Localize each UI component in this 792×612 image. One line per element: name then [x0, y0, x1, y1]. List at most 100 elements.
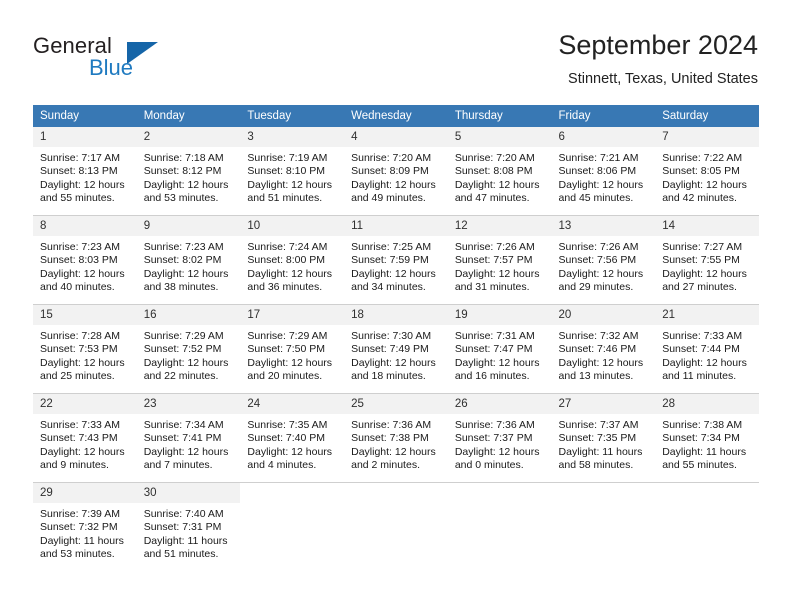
sunrise-text: Sunrise: 7:26 AM — [558, 241, 639, 253]
calendar-day-cell-empty — [240, 482, 345, 571]
sunset-text: Sunset: 7:46 PM — [558, 343, 637, 356]
daylight-text: Daylight: 12 hours and 13 minutes. — [558, 356, 644, 382]
sunset-text: Sunset: 7:40 PM — [247, 432, 326, 445]
sunrise-text: Sunrise: 7:40 AM — [143, 508, 224, 520]
sunrise-text: Sunrise: 7:33 AM — [40, 419, 120, 431]
sunrise-text: Sunrise: 7:30 AM — [351, 330, 432, 342]
calendar-day-cell[interactable]: 6 Sunrise: 7:21 AM Sunset: 8:06 PM Daylight… — [551, 127, 656, 216]
calendar-day-cell[interactable]: 26 Sunrise: 7:36 AM Sunset: 7:37 PM Dayligh… — [447, 393, 552, 483]
day-details: Sunrise: 7:24 AM Sunset: 8:00 PM Daylight:… — [240, 236, 344, 298]
daylight-text: Daylight: 12 hours and 49 minutes. — [351, 178, 436, 204]
calendar-day-cell[interactable]: 4 Sunrise: 7:20 AM Sunset: 8:09 PM Daylight… — [344, 127, 448, 216]
sunset-text: Sunset: 7:53 PM — [40, 343, 118, 356]
daylight-text: Daylight: 12 hours and 7 minutes. — [143, 445, 229, 471]
day-details: Sunrise: 7:36 AM Sunset: 7:37 PM Daylight:… — [448, 414, 552, 476]
day-number: 7 — [655, 127, 759, 147]
calendar-day-cell[interactable]: 12 Sunrise: 7:26 AM Sunset: 7:57 PM Dayligh… — [447, 215, 552, 305]
calendar-day-cell[interactable]: 19 Sunrise: 7:31 AM Sunset: 7:47 PM Dayligh… — [447, 304, 552, 394]
calendar-page: General Blue September 2024 Stinnett, Te… — [0, 0, 792, 612]
calendar-day-cell[interactable]: 22 Sunrise: 7:33 AM Sunset: 7:43 PM Dayligh… — [33, 393, 137, 483]
day-details: Sunrise: 7:40 AM Sunset: 7:31 PM Daylight:… — [137, 503, 241, 565]
calendar-day-cell[interactable]: 25 Sunrise: 7:36 AM Sunset: 7:38 PM Dayligh… — [344, 393, 448, 483]
calendar-day-cell[interactable]: 2 Sunrise: 7:18 AM Sunset: 8:12 PM Daylight… — [136, 127, 241, 216]
calendar-day-cell[interactable]: 9 Sunrise: 7:23 AM Sunset: 8:02 PM Daylight… — [136, 215, 241, 305]
logo-text-blue: Blue — [89, 55, 134, 80]
day-details: Sunrise: 7:18 AM Sunset: 8:12 PM Daylight:… — [137, 147, 241, 209]
calendar-day-cell[interactable]: 1 Sunrise: 7:17 AM Sunset: 8:13 PM Daylight… — [33, 127, 137, 216]
calendar-day-cell[interactable]: 28 Sunrise: 7:38 AM Sunset: 7:34 PM Dayligh… — [655, 393, 759, 483]
sunrise-text: Sunrise: 7:19 AM — [247, 152, 328, 164]
daylight-text: Daylight: 12 hours and 9 minutes. — [40, 445, 125, 471]
day-details: Sunrise: 7:25 AM Sunset: 7:59 PM Daylight:… — [344, 236, 448, 298]
day-number: 11 — [344, 216, 448, 236]
calendar-day-cell[interactable]: 15 Sunrise: 7:28 AM Sunset: 7:53 PM Dayligh… — [33, 304, 137, 394]
day-details: Sunrise: 7:30 AM Sunset: 7:49 PM Daylight:… — [344, 325, 448, 387]
daylight-text: Daylight: 12 hours and 27 minutes. — [662, 267, 747, 293]
sunset-text: Sunset: 8:03 PM — [40, 254, 118, 267]
calendar-day-cell[interactable]: 13 Sunrise: 7:26 AM Sunset: 7:56 PM Dayligh… — [551, 215, 656, 305]
day-details: Sunrise: 7:34 AM Sunset: 7:41 PM Daylight:… — [137, 414, 241, 476]
calendar-day-cell-empty — [447, 482, 552, 571]
sunrise-text: Sunrise: 7:31 AM — [454, 330, 535, 342]
calendar-day-cell[interactable]: 7 Sunrise: 7:22 AM Sunset: 8:05 PM Daylight… — [655, 127, 759, 216]
calendar-day-cell[interactable]: 21 Sunrise: 7:33 AM Sunset: 7:44 PM Dayligh… — [655, 304, 759, 394]
calendar-day-cell[interactable]: 14 Sunrise: 7:27 AM Sunset: 7:55 PM Dayligh… — [655, 215, 759, 305]
day-details: Sunrise: 7:28 AM Sunset: 7:53 PM Daylight:… — [33, 325, 137, 387]
day-number: 26 — [447, 394, 552, 414]
sunset-text: Sunset: 7:44 PM — [662, 343, 740, 356]
day-number: 10 — [240, 216, 345, 236]
day-number: 5 — [447, 127, 552, 147]
sunset-text: Sunset: 7:37 PM — [454, 432, 533, 445]
calendar-day-cell[interactable]: 30 Sunrise: 7:40 AM Sunset: 7:31 PM Dayligh… — [136, 482, 241, 571]
sunrise-text: Sunrise: 7:34 AM — [143, 419, 224, 431]
sunset-text: Sunset: 8:02 PM — [143, 254, 222, 267]
daylight-text: Daylight: 12 hours and 25 minutes. — [40, 356, 125, 382]
day-details: Sunrise: 7:36 AM Sunset: 7:38 PM Daylight:… — [344, 414, 448, 476]
sunrise-text: Sunrise: 7:27 AM — [662, 241, 743, 253]
calendar-day-cell[interactable]: 29 Sunrise: 7:39 AM Sunset: 7:32 PM Dayligh… — [33, 482, 137, 571]
calendar-header-row: Sunday Monday Tuesday Wednesday Thursday… — [33, 105, 759, 127]
calendar-week-row: 8 Sunrise: 7:23 AM Sunset: 8:03 PM Daylight… — [33, 215, 759, 305]
day-details: Sunrise: 7:20 AM Sunset: 8:08 PM Daylight:… — [448, 147, 552, 209]
calendar-container: Sunday Monday Tuesday Wednesday Thursday… — [33, 105, 759, 571]
day-number: 2 — [136, 127, 241, 147]
calendar-day-cell[interactable]: 10 Sunrise: 7:24 AM Sunset: 8:00 PM Dayligh… — [240, 215, 345, 305]
calendar-day-cell[interactable]: 18 Sunrise: 7:30 AM Sunset: 7:49 PM Dayligh… — [344, 304, 448, 394]
sunrise-text: Sunrise: 7:39 AM — [40, 508, 120, 520]
calendar-day-cell[interactable]: 5 Sunrise: 7:20 AM Sunset: 8:08 PM Daylight… — [447, 127, 552, 216]
calendar-day-cell[interactable]: 11 Sunrise: 7:25 AM Sunset: 7:59 PM Dayligh… — [344, 215, 448, 305]
weekday-header-monday: Monday — [136, 105, 241, 127]
day-details: Sunrise: 7:23 AM Sunset: 8:02 PM Daylight:… — [137, 236, 241, 298]
weekday-header-saturday: Saturday — [655, 105, 759, 127]
day-details: Sunrise: 7:33 AM Sunset: 7:44 PM Daylight:… — [655, 325, 759, 387]
sunset-text: Sunset: 7:52 PM — [143, 343, 222, 356]
calendar-day-cell[interactable]: 23 Sunrise: 7:34 AM Sunset: 7:41 PM Dayligh… — [136, 393, 241, 483]
day-number: 12 — [447, 216, 552, 236]
daylight-text: Daylight: 12 hours and 11 minutes. — [662, 356, 747, 382]
daylight-text: Daylight: 11 hours and 55 minutes. — [662, 445, 747, 471]
calendar-day-cell[interactable]: 17 Sunrise: 7:29 AM Sunset: 7:50 PM Dayligh… — [240, 304, 345, 394]
day-details: Sunrise: 7:33 AM Sunset: 7:43 PM Daylight:… — [33, 414, 137, 476]
daylight-text: Daylight: 12 hours and 20 minutes. — [247, 356, 333, 382]
sunrise-text: Sunrise: 7:33 AM — [662, 330, 743, 342]
sunset-text: Sunset: 7:35 PM — [558, 432, 637, 445]
day-number: 21 — [655, 305, 759, 325]
sunset-text: Sunset: 7:50 PM — [247, 343, 326, 356]
calendar-day-cell[interactable]: 20 Sunrise: 7:32 AM Sunset: 7:46 PM Dayligh… — [551, 304, 656, 394]
day-number: 28 — [655, 394, 759, 414]
sunrise-text: Sunrise: 7:24 AM — [247, 241, 328, 253]
general-blue-logo[interactable]: General Blue — [33, 33, 233, 85]
sunset-text: Sunset: 8:00 PM — [247, 254, 326, 267]
daylight-text: Daylight: 12 hours and 45 minutes. — [558, 178, 644, 204]
sunrise-text: Sunrise: 7:38 AM — [662, 419, 743, 431]
sunset-text: Sunset: 7:55 PM — [662, 254, 740, 267]
day-number: 30 — [136, 483, 241, 503]
day-details: Sunrise: 7:26 AM Sunset: 7:56 PM Daylight:… — [552, 236, 656, 298]
calendar-day-cell[interactable]: 16 Sunrise: 7:29 AM Sunset: 7:52 PM Dayligh… — [136, 304, 241, 394]
day-number — [344, 483, 448, 503]
calendar-day-cell[interactable]: 3 Sunrise: 7:19 AM Sunset: 8:10 PM Daylight… — [240, 127, 345, 216]
calendar-day-cell[interactable]: 27 Sunrise: 7:37 AM Sunset: 7:35 PM Dayligh… — [551, 393, 656, 483]
calendar-day-cell[interactable]: 8 Sunrise: 7:23 AM Sunset: 8:03 PM Daylight… — [33, 215, 137, 305]
calendar-day-cell[interactable]: 24 Sunrise: 7:35 AM Sunset: 7:40 PM Dayligh… — [240, 393, 345, 483]
sunset-text: Sunset: 7:41 PM — [143, 432, 222, 445]
